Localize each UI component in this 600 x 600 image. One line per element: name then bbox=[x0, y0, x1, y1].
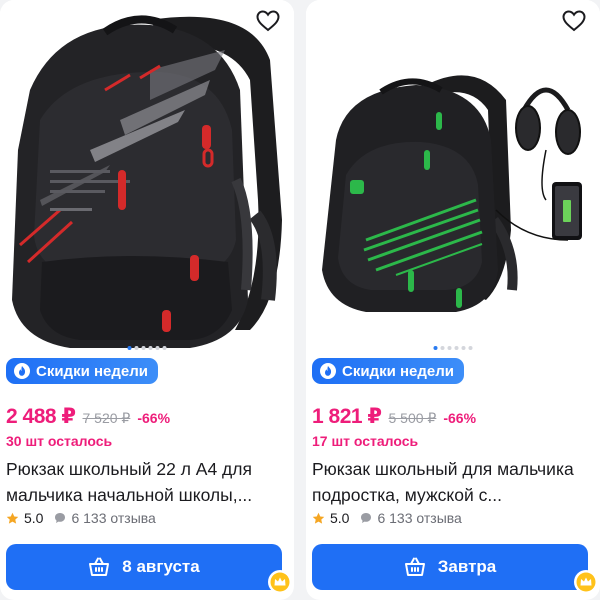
product-title[interactable]: Рюкзак школьный 22 л A4 для мальчика нач… bbox=[6, 456, 286, 508]
pager-dot bbox=[162, 346, 167, 350]
heart-icon bbox=[256, 10, 280, 32]
current-price: 1 821 ₽ bbox=[312, 405, 382, 428]
pager-dot bbox=[468, 346, 473, 350]
pager-dot bbox=[433, 346, 438, 350]
current-price: 2 488 ₽ bbox=[6, 405, 76, 428]
reviews-count: 6 133 отзыва bbox=[377, 510, 462, 526]
image-pager bbox=[433, 346, 473, 350]
product-image[interactable] bbox=[306, 0, 600, 352]
chat-bubble-icon bbox=[361, 513, 372, 523]
pager-dot bbox=[447, 346, 452, 350]
add-to-cart-label: 8 августа bbox=[122, 557, 200, 576]
favorite-button[interactable] bbox=[256, 10, 284, 38]
product-image[interactable] bbox=[0, 0, 294, 352]
pager-dot bbox=[134, 346, 139, 350]
rating-row[interactable]: 5.0 6 133 отзыва bbox=[6, 510, 156, 526]
pager-dot bbox=[127, 346, 132, 350]
rating-row[interactable]: 5.0 6 133 отзыва bbox=[312, 510, 462, 526]
price-row: 1 821 ₽ 5 500 ₽ -66% bbox=[312, 404, 476, 429]
fire-icon bbox=[320, 363, 336, 379]
pager-dot bbox=[454, 346, 459, 350]
rating-value: 5.0 bbox=[24, 510, 44, 526]
star-icon bbox=[6, 512, 19, 524]
old-price: 5 500 ₽ bbox=[388, 410, 437, 426]
fire-icon bbox=[14, 363, 30, 379]
product-title[interactable]: Рюкзак школьный для мальчика подростка, … bbox=[312, 456, 592, 508]
pager-dot bbox=[155, 346, 160, 350]
basket-icon bbox=[89, 557, 110, 576]
promo-badge: Скидки недели bbox=[6, 358, 158, 384]
star-icon bbox=[312, 512, 325, 524]
add-to-cart-button[interactable]: Завтра bbox=[312, 544, 588, 590]
crown-icon bbox=[576, 572, 596, 592]
premium-marker bbox=[268, 570, 292, 594]
promo-badge-label: Скидки недели bbox=[36, 362, 148, 380]
old-price: 7 520 ₽ bbox=[82, 410, 131, 426]
product-card[interactable]: Скидки недели 1 821 ₽ 5 500 ₽ -66% 17 шт… bbox=[306, 0, 600, 600]
add-to-cart-label: Завтра bbox=[437, 557, 497, 576]
image-pager bbox=[127, 346, 167, 350]
backpack-image bbox=[12, 15, 282, 349]
basket-icon bbox=[404, 557, 425, 576]
discount-percent: -66% bbox=[443, 410, 477, 426]
promo-badge-label: Скидки недели bbox=[342, 362, 454, 380]
pager-dot bbox=[141, 346, 146, 350]
product-grid: Скидки недели 2 488 ₽ 7 520 ₽ -66% 30 шт… bbox=[0, 0, 600, 600]
favorite-button[interactable] bbox=[562, 10, 590, 38]
stock-left: 30 шт осталось bbox=[6, 433, 113, 449]
backpack-image bbox=[322, 75, 582, 312]
rating-value: 5.0 bbox=[330, 510, 350, 526]
heart-icon bbox=[562, 10, 586, 32]
stock-left: 17 шт осталось bbox=[312, 433, 419, 449]
price-row: 2 488 ₽ 7 520 ₽ -66% bbox=[6, 404, 170, 429]
chat-bubble-icon bbox=[55, 513, 66, 523]
discount-percent: -66% bbox=[137, 410, 171, 426]
pager-dot bbox=[148, 346, 153, 350]
promo-badge: Скидки недели bbox=[312, 358, 464, 384]
product-card[interactable]: Скидки недели 2 488 ₽ 7 520 ₽ -66% 30 шт… bbox=[0, 0, 294, 600]
pager-dot bbox=[461, 346, 466, 350]
add-to-cart-button[interactable]: 8 августа bbox=[6, 544, 282, 590]
pager-dot bbox=[440, 346, 445, 350]
crown-icon bbox=[270, 572, 290, 592]
premium-marker bbox=[574, 570, 598, 594]
reviews-count: 6 133 отзыва bbox=[71, 510, 156, 526]
